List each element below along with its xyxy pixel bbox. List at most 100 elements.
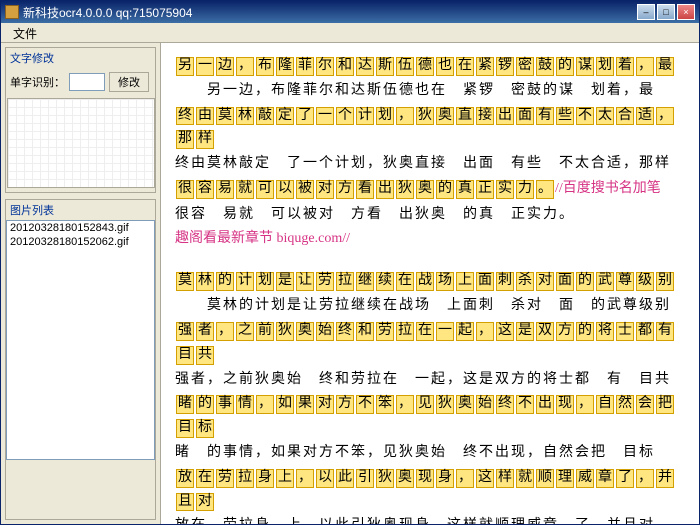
ocr-char-box[interactable]: 然 xyxy=(616,395,634,414)
ocr-char-box[interactable]: 前 xyxy=(256,322,274,341)
ocr-char-box[interactable]: ， xyxy=(296,469,314,488)
ocr-char-box[interactable]: 密 xyxy=(516,57,534,76)
ocr-char-box[interactable]: 是 xyxy=(516,322,534,341)
ocr-char-box[interactable]: 布 xyxy=(256,57,274,76)
ocr-char-box[interactable]: 面 xyxy=(516,107,534,126)
ocr-char-box[interactable]: 对 xyxy=(316,395,334,414)
ocr-char-box[interactable]: 奥 xyxy=(416,180,434,199)
ocr-char-box[interactable]: ， xyxy=(236,57,254,76)
ocr-char-box[interactable]: 林 xyxy=(236,107,254,126)
ocr-char-box[interactable]: 出 xyxy=(536,395,554,414)
ocr-char-box[interactable]: 和 xyxy=(336,57,354,76)
ocr-char-box[interactable]: 达 xyxy=(356,57,374,76)
ocr-char-box[interactable]: 目 xyxy=(176,346,194,365)
ocr-char-box[interactable]: 紧 xyxy=(476,57,494,76)
close-button[interactable]: × xyxy=(677,4,695,20)
ocr-char-box[interactable]: 武 xyxy=(596,272,614,291)
char-grid[interactable] xyxy=(7,98,155,188)
ocr-char-box[interactable]: 力 xyxy=(516,180,534,199)
ocr-char-box[interactable]: 之 xyxy=(236,322,254,341)
ocr-char-box[interactable]: 一 xyxy=(436,322,454,341)
ocr-char-box[interactable]: 并 xyxy=(656,469,674,488)
ocr-char-box[interactable]: ， xyxy=(576,395,594,414)
ocr-char-box[interactable]: 锣 xyxy=(496,57,514,76)
ocr-char-box[interactable]: 伍 xyxy=(396,57,414,76)
ocr-char-box[interactable]: 那 xyxy=(176,130,194,149)
ocr-char-box[interactable]: 战 xyxy=(416,272,434,291)
ocr-char-box[interactable]: 劳 xyxy=(316,272,334,291)
ocr-char-box[interactable]: 此 xyxy=(336,469,354,488)
ocr-char-box[interactable]: 狄 xyxy=(416,107,434,126)
ocr-char-box[interactable]: 标 xyxy=(196,419,214,438)
list-item[interactable]: 20120328180152062.gif xyxy=(7,235,154,249)
ocr-char-box[interactable]: 者 xyxy=(196,322,214,341)
ocr-char-box[interactable]: 强 xyxy=(176,322,194,341)
ocr-char-box[interactable]: 在 xyxy=(456,57,474,76)
ocr-char-box[interactable]: 奥 xyxy=(396,469,414,488)
ocr-char-box[interactable]: 定 xyxy=(276,107,294,126)
ocr-char-box[interactable]: 些 xyxy=(556,107,574,126)
ocr-char-box[interactable]: 看 xyxy=(356,180,374,199)
ocr-char-box[interactable]: 就 xyxy=(236,180,254,199)
ocr-char-box[interactable]: 续 xyxy=(376,272,394,291)
ocr-char-box[interactable]: 被 xyxy=(296,180,314,199)
content-area[interactable]: 另一边，布隆菲尔和达斯伍德也在紧锣密鼓的谋划着，最 另一边，布隆菲尔和达斯伍德也… xyxy=(161,43,699,524)
list-item[interactable]: 20120328180152843.gif xyxy=(7,221,154,235)
ocr-char-box[interactable]: 和 xyxy=(356,322,374,341)
ocr-char-box[interactable]: 级 xyxy=(636,272,654,291)
ocr-char-box[interactable]: 斯 xyxy=(376,57,394,76)
ocr-char-box[interactable]: 目 xyxy=(176,419,194,438)
ocr-char-box[interactable]: 直 xyxy=(456,107,474,126)
ocr-char-box[interactable]: ， xyxy=(256,395,274,414)
ocr-char-box[interactable]: 刺 xyxy=(496,272,514,291)
ocr-char-box[interactable]: 最 xyxy=(656,57,674,76)
ocr-char-box[interactable]: 如 xyxy=(276,395,294,414)
ocr-char-box[interactable]: ， xyxy=(216,322,234,341)
ocr-char-box[interactable]: 个 xyxy=(336,107,354,126)
ocr-char-box[interactable]: 上 xyxy=(276,469,294,488)
ocr-char-box[interactable]: 双 xyxy=(536,322,554,341)
ocr-char-box[interactable]: ， xyxy=(656,107,674,126)
ocr-char-box[interactable]: 隆 xyxy=(276,57,294,76)
ocr-char-box[interactable]: 不 xyxy=(516,395,534,414)
ocr-char-box[interactable]: 有 xyxy=(656,322,674,341)
ocr-char-box[interactable]: 身 xyxy=(436,469,454,488)
ocr-char-box[interactable]: 劳 xyxy=(216,469,234,488)
ocr-char-box[interactable]: 都 xyxy=(636,322,654,341)
ocr-char-box[interactable]: 由 xyxy=(196,107,214,126)
ocr-char-box[interactable]: 尔 xyxy=(316,57,334,76)
ocr-char-box[interactable]: 的 xyxy=(556,57,574,76)
ocr-char-box[interactable]: 狄 xyxy=(436,395,454,414)
ocr-char-box[interactable]: 林 xyxy=(196,272,214,291)
ocr-char-box[interactable]: 不 xyxy=(356,395,374,414)
ocr-char-box[interactable]: ， xyxy=(636,469,654,488)
ocr-char-box[interactable]: 有 xyxy=(536,107,554,126)
ocr-char-box[interactable]: 这 xyxy=(476,469,494,488)
ocr-char-box[interactable]: 章 xyxy=(596,469,614,488)
ocr-char-box[interactable]: 把 xyxy=(656,395,674,414)
ocr-char-box[interactable]: 边 xyxy=(216,57,234,76)
ocr-char-box[interactable]: 莫 xyxy=(216,107,234,126)
maximize-button[interactable]: □ xyxy=(657,4,675,20)
ocr-char-box[interactable]: 实 xyxy=(496,180,514,199)
ocr-char-box[interactable]: 奥 xyxy=(296,322,314,341)
ocr-char-box[interactable]: ， xyxy=(476,322,494,341)
ocr-char-box[interactable]: 事 xyxy=(216,395,234,414)
ocr-char-box[interactable]: 杀 xyxy=(516,272,534,291)
ocr-char-box[interactable]: 引 xyxy=(356,469,374,488)
ocr-char-box[interactable]: 莫 xyxy=(176,272,194,291)
ocr-char-box[interactable]: 。 xyxy=(536,180,554,199)
ocr-char-box[interactable]: 合 xyxy=(616,107,634,126)
ocr-char-box[interactable]: 不 xyxy=(576,107,594,126)
ocr-char-box[interactable]: 对 xyxy=(196,493,214,512)
ocr-char-box[interactable]: 见 xyxy=(416,395,434,414)
ocr-char-box[interactable]: 就 xyxy=(516,469,534,488)
ocr-char-box[interactable]: ， xyxy=(636,57,654,76)
ocr-char-box[interactable]: 的 xyxy=(436,180,454,199)
ocr-char-box[interactable]: 另 xyxy=(176,57,194,76)
ocr-char-box[interactable]: 继 xyxy=(356,272,374,291)
ocr-char-box[interactable]: 放 xyxy=(176,469,194,488)
ocr-char-box[interactable]: 情 xyxy=(236,395,254,414)
ocr-char-box[interactable]: 对 xyxy=(536,272,554,291)
ocr-char-box[interactable]: 现 xyxy=(416,469,434,488)
